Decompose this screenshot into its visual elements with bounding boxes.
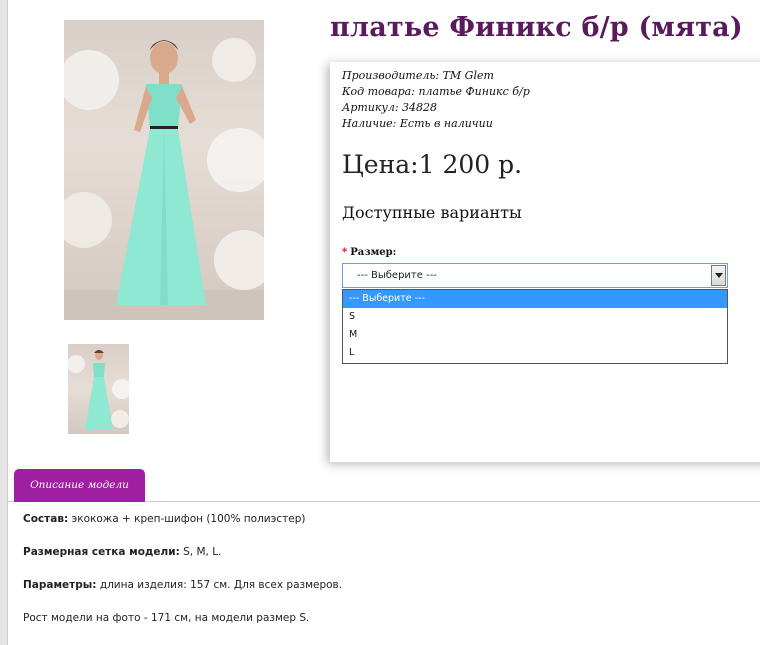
size-label: * Размер: bbox=[342, 247, 396, 258]
product-meta: Производитель: ТМ Glem Код товара: плать… bbox=[342, 68, 530, 132]
tab-description[interactable]: Описание модели bbox=[14, 469, 145, 502]
product-thumbnail[interactable] bbox=[68, 344, 129, 434]
size-option[interactable]: L bbox=[343, 344, 727, 362]
description-value: экокожа + креп-шифон (100% полиэстер) bbox=[71, 513, 306, 525]
meta-product-code: Код товара: платье Финикс б/р bbox=[342, 84, 530, 100]
required-mark: * bbox=[342, 247, 348, 258]
description-value: Рост модели на фото - 171 см, на модели … bbox=[23, 612, 310, 624]
description-line: Состав: экокожа + креп-шифон (100% полиэ… bbox=[23, 511, 342, 527]
meta-key: Наличие: bbox=[342, 117, 397, 130]
size-label-text: Размер: bbox=[350, 247, 397, 258]
page-edge bbox=[0, 0, 8, 645]
product-title: платье Финикс б/р (мята) bbox=[330, 12, 743, 43]
description-line: Рост модели на фото - 171 см, на модели … bbox=[23, 610, 342, 626]
chevron-down-icon[interactable] bbox=[711, 265, 726, 286]
size-option[interactable]: M bbox=[343, 326, 727, 344]
meta-manufacturer: Производитель: ТМ Glem bbox=[342, 68, 530, 84]
description-key: Параметры: bbox=[23, 579, 97, 591]
product-main-image[interactable] bbox=[64, 20, 264, 320]
description-line: Параметры: длина изделия: 157 см. Для вс… bbox=[23, 577, 342, 593]
meta-key: Производитель: bbox=[342, 69, 440, 82]
size-select[interactable]: --- Выберите --- bbox=[342, 263, 728, 288]
size-dropdown-list: --- Выберите --- S M L bbox=[342, 289, 728, 364]
meta-value: Есть в наличии bbox=[399, 117, 493, 130]
options-heading: Доступные варианты bbox=[342, 203, 522, 222]
meta-value: ТМ Glem bbox=[442, 69, 494, 82]
product-price: Цена:1 200 р. bbox=[342, 150, 523, 179]
description-value: длина изделия: 157 см. Для всех размеров… bbox=[99, 579, 343, 591]
description-key: Состав: bbox=[23, 513, 69, 525]
meta-key: Артикул: bbox=[342, 101, 399, 114]
meta-article: Артикул: 34828 bbox=[342, 100, 530, 116]
meta-value: платье Финикс б/р bbox=[418, 85, 530, 98]
description-value: S, M, L. bbox=[183, 546, 222, 558]
meta-key: Код товара: bbox=[342, 85, 415, 98]
size-select-value: --- Выберите --- bbox=[357, 270, 437, 281]
meta-availability: Наличие: Есть в наличии bbox=[342, 116, 530, 132]
size-option[interactable]: --- Выберите --- bbox=[343, 290, 727, 308]
dress-photo-icon bbox=[64, 38, 264, 320]
meta-value: 34828 bbox=[402, 101, 438, 114]
size-option[interactable]: S bbox=[343, 308, 727, 326]
description-line: Размерная сетка модели: S, M, L. bbox=[23, 544, 342, 560]
product-description: Состав: экокожа + креп-шифон (100% полиэ… bbox=[23, 511, 342, 643]
description-key: Размерная сетка модели: bbox=[23, 546, 180, 558]
dress-thumbnail-icon bbox=[68, 350, 129, 430]
